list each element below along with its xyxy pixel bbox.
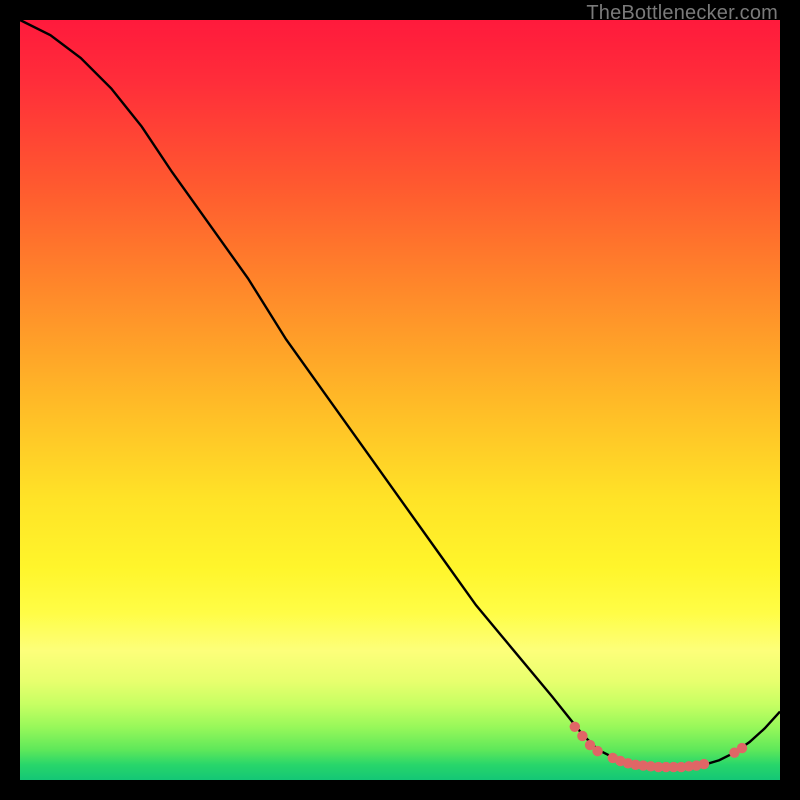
curve-marker xyxy=(737,743,747,753)
curve-line xyxy=(20,20,780,768)
curve-marker xyxy=(570,722,580,732)
watermark-text: TheBottlenecker.com xyxy=(586,2,778,25)
chart-frame: TheBottlenecker.com xyxy=(0,0,800,800)
curve-marker xyxy=(592,746,602,756)
chart-svg xyxy=(20,20,780,780)
plot-area xyxy=(20,20,780,780)
curve-marker xyxy=(699,759,709,769)
curve-marker xyxy=(577,731,587,741)
curve-markers xyxy=(570,722,748,773)
